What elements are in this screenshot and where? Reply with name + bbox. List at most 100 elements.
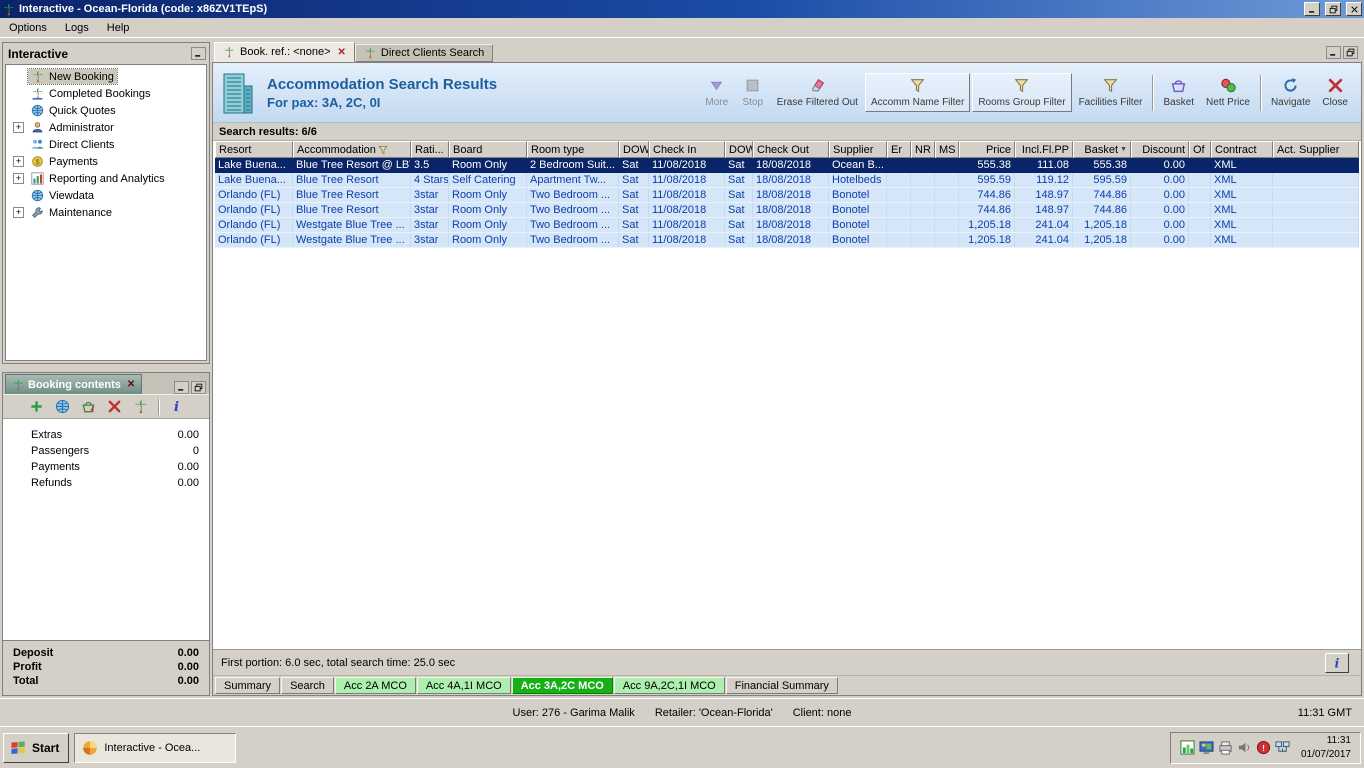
sidebar-item-payments[interactable]: + $ Payments: [6, 153, 206, 170]
volume-tray-icon[interactable]: [1237, 740, 1252, 755]
bottom-tab-acc-2a-mco[interactable]: Acc 2A MCO: [334, 677, 416, 694]
column-header-11-nr[interactable]: NR: [911, 141, 935, 158]
column-header-label: Resort: [219, 143, 252, 156]
sidebar-item-completed-bookings[interactable]: Completed Bookings: [6, 85, 206, 102]
more-button[interactable]: More: [700, 74, 734, 111]
column-header-1-accommodation[interactable]: Accommodation: [293, 141, 411, 158]
sidebar-item-administrator[interactable]: + Administrator: [6, 119, 206, 136]
minimize-document-button[interactable]: [1326, 46, 1341, 59]
display-tray-icon[interactable]: [1199, 740, 1214, 755]
rooms-group-filter-button[interactable]: Rooms Group Filter: [972, 73, 1072, 112]
search-timing-text: First portion: 6.0 sec, total search tim…: [221, 656, 456, 669]
facilities-filter-button[interactable]: Facilities Filter: [1074, 74, 1148, 111]
sidebar-item-new-booking[interactable]: New Booking: [6, 68, 206, 85]
chart-tray-icon[interactable]: [1180, 740, 1195, 755]
nett-price-icon: [1220, 77, 1237, 94]
cell: [887, 233, 911, 247]
bottom-tab-financial-summary[interactable]: Financial Summary: [725, 677, 838, 694]
info-button[interactable]: i: [1325, 652, 1349, 673]
expand-icon[interactable]: +: [13, 207, 24, 218]
sidebar-item-direct-clients[interactable]: Direct Clients: [6, 136, 206, 153]
table-row[interactable]: Lake Buena... Blue Tree Resort 4 Stars Self…: [215, 173, 1359, 188]
minimize-panel-button[interactable]: [174, 381, 189, 394]
sidebar-item-reporting-and-analytics[interactable]: + Reporting and Analytics: [6, 170, 206, 187]
close-tab-icon[interactable]: ✕: [127, 379, 135, 390]
cell: [911, 158, 935, 172]
add-button[interactable]: [28, 398, 45, 415]
cell: 119.12: [1015, 173, 1073, 187]
column-header-19-act-supplier[interactable]: Act. Supplier: [1273, 141, 1359, 158]
cell: Sat: [619, 233, 649, 247]
table-row[interactable]: Lake Buena... Blue Tree Resort @ LBV 3.5 Ro…: [215, 158, 1359, 173]
column-header-6-check-in[interactable]: Check In: [649, 141, 725, 158]
tab-book-ref-none[interactable]: Book. ref.: <none> ✕: [214, 42, 355, 62]
close-label: Close: [1322, 97, 1348, 108]
navigate-button[interactable]: Navigate: [1266, 74, 1315, 111]
palm-button[interactable]: [132, 398, 149, 415]
table-row[interactable]: Orlando (FL) Westgate Blue Tree ... 3star R…: [215, 233, 1359, 248]
table-row[interactable]: Orlando (FL) Westgate Blue Tree ... 3star R…: [215, 218, 1359, 233]
column-header-5-dow[interactable]: DOW: [619, 141, 649, 158]
column-header-17-of[interactable]: Of: [1189, 141, 1211, 158]
column-header-0-resort[interactable]: Resort: [215, 141, 293, 158]
alert-tray-icon[interactable]: !: [1256, 740, 1271, 755]
cell: Sat: [619, 218, 649, 232]
column-header-13-price[interactable]: Price: [959, 141, 1015, 158]
column-header-7-dow[interactable]: DOW: [725, 141, 753, 158]
menu-options[interactable]: Options: [0, 19, 56, 37]
stop-button[interactable]: Stop: [736, 74, 770, 111]
printer-tray-icon[interactable]: [1218, 740, 1233, 755]
collapse-panel-button[interactable]: [191, 47, 206, 60]
cell: Two Bedroom ...: [527, 233, 619, 247]
bottom-tab-summary[interactable]: Summary: [215, 677, 281, 694]
close-button[interactable]: Close: [1317, 74, 1353, 111]
restore-panel-button[interactable]: [191, 381, 206, 394]
start-button[interactable]: Start: [3, 732, 70, 763]
column-header-12-ms[interactable]: MS: [935, 141, 959, 158]
restore-document-button[interactable]: [1343, 46, 1358, 59]
booking-total-value: 0.00: [177, 661, 199, 673]
minimize-window-button[interactable]: [1304, 2, 1320, 16]
bottom-tab-acc-4a-1i-mco[interactable]: Acc 4A,1I MCO: [416, 677, 511, 694]
expand-icon[interactable]: +: [13, 156, 24, 167]
column-header-15-basket[interactable]: Basket ▼: [1073, 141, 1131, 158]
accomm-name-filter-button[interactable]: Accomm Name Filter: [864, 73, 971, 112]
table-row[interactable]: Orlando (FL) Blue Tree Resort 3star Room On…: [215, 203, 1359, 218]
sidebar-item-quick-quotes[interactable]: Quick Quotes: [6, 102, 206, 119]
menu-logs[interactable]: Logs: [56, 19, 98, 37]
delete-button[interactable]: [106, 398, 123, 415]
column-header-16-discount[interactable]: Discount: [1131, 141, 1189, 158]
basket-button[interactable]: Basket: [1158, 74, 1199, 111]
web-button[interactable]: [54, 398, 71, 415]
table-row[interactable]: Orlando (FL) Blue Tree Resort 3star Room On…: [215, 188, 1359, 203]
close-window-button[interactable]: [1346, 2, 1362, 16]
column-header-18-contract[interactable]: Contract: [1211, 141, 1273, 158]
expand-icon[interactable]: +: [13, 122, 24, 133]
column-header-8-check-out[interactable]: Check Out: [753, 141, 829, 158]
nett-price-button[interactable]: Nett Price: [1201, 74, 1255, 111]
close-tab-icon[interactable]: ✕: [338, 47, 346, 58]
expand-icon[interactable]: +: [13, 173, 24, 184]
column-header-3-board[interactable]: Board: [449, 141, 527, 158]
column-header-4-room-type[interactable]: Room type: [527, 141, 619, 158]
bottom-tab-acc-9a-2c-1i-mco[interactable]: Acc 9A,2C,1I MCO: [613, 677, 725, 694]
status-segment: Client: none: [792, 706, 852, 719]
basket-add-button[interactable]: [80, 398, 97, 415]
menu-help[interactable]: Help: [98, 19, 139, 37]
column-header-2-rati[interactable]: Rati...: [411, 141, 449, 158]
sidebar-item-label: Administrator: [49, 121, 114, 134]
tab-booking-contents[interactable]: Booking contents ✕: [5, 374, 143, 394]
tab-direct-clients-search[interactable]: Direct Clients Search: [354, 44, 494, 62]
column-header-10-er[interactable]: Er: [887, 141, 911, 158]
erase-filtered-out-button[interactable]: Erase Filtered Out: [772, 74, 863, 111]
restore-window-button[interactable]: [1325, 2, 1341, 16]
bottom-tab-search[interactable]: Search: [281, 677, 334, 694]
bottom-tab-acc-3a-2c-mco[interactable]: Acc 3A,2C MCO: [511, 677, 613, 694]
info-button[interactable]: i: [168, 398, 185, 415]
column-header-14-incl-fl-pp[interactable]: Incl.Fl.PP: [1015, 141, 1073, 158]
network-tray-icon[interactable]: [1275, 740, 1290, 755]
taskbar-app-button[interactable]: Interactive - Ocea...: [74, 732, 237, 763]
column-header-9-supplier[interactable]: Supplier: [829, 141, 887, 158]
sidebar-item-viewdata[interactable]: Viewdata: [6, 187, 206, 204]
sidebar-item-maintenance[interactable]: + Maintenance: [6, 204, 206, 221]
